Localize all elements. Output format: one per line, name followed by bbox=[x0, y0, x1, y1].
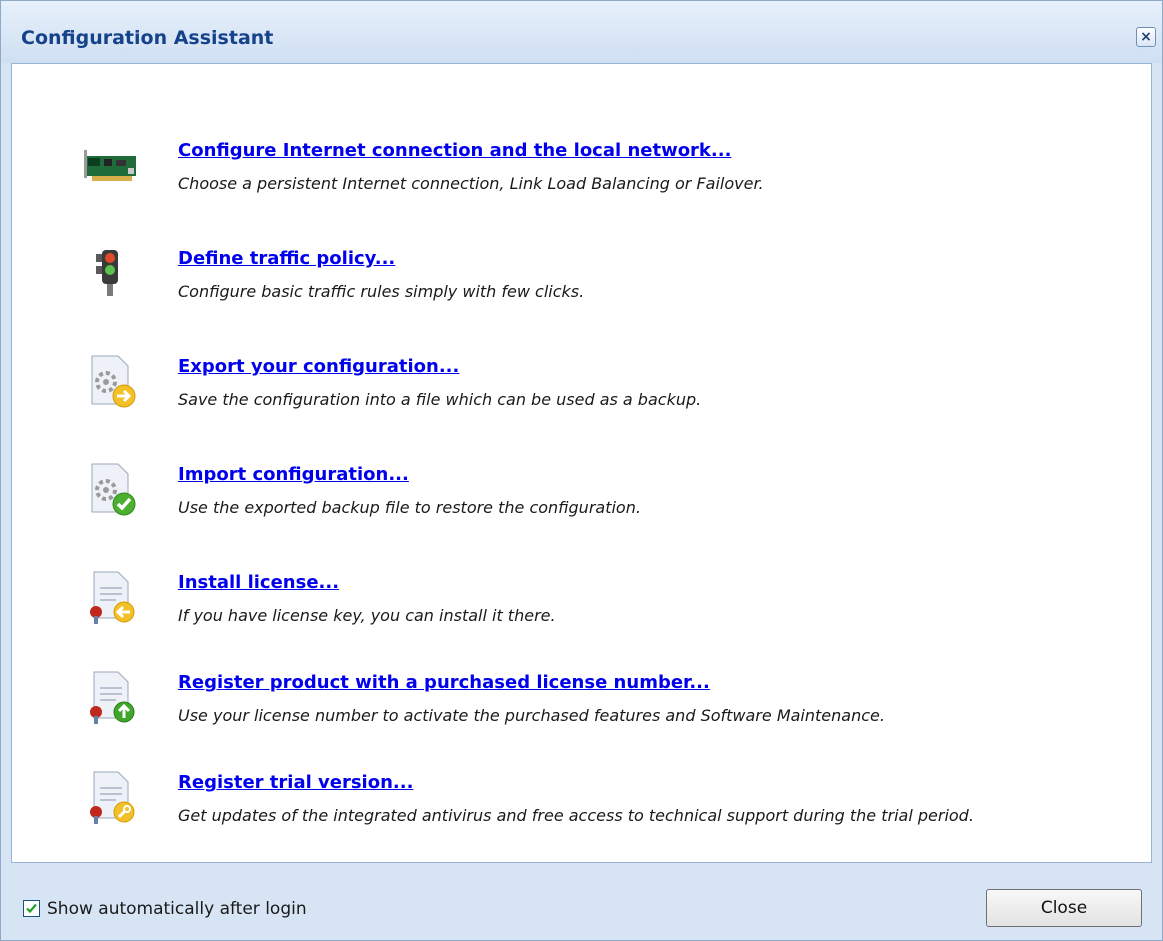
install-license-link[interactable]: Install license... bbox=[178, 572, 339, 593]
register-product-description: Use your license number to activate the … bbox=[178, 706, 885, 725]
list-item-configure-internet: Configure Internet connection and the lo… bbox=[12, 128, 1151, 218]
export-configuration-description: Save the configuration into a file which… bbox=[178, 390, 702, 409]
register-product-link[interactable]: Register product with a purchased licens… bbox=[178, 672, 710, 693]
install-license-icon bbox=[90, 571, 135, 624]
show-automatically-checkbox[interactable] bbox=[23, 900, 40, 917]
register-product-icon bbox=[90, 671, 135, 724]
window-title: Configuration Assistant bbox=[21, 27, 274, 49]
configure-internet-description: Choose a persistent Internet connection,… bbox=[178, 174, 764, 193]
install-license-description: If you have license key, you can install… bbox=[178, 606, 556, 625]
list-item-import-configuration: Import configuration... Use the exported… bbox=[12, 452, 1151, 542]
list-item-register-product: Register product with a purchased licens… bbox=[12, 660, 1151, 750]
list-item-register-trial: Register trial version... Get updates of… bbox=[12, 760, 1151, 850]
import-configuration-link[interactable]: Import configuration... bbox=[178, 464, 409, 485]
import-configuration-description: Use the exported backup file to restore … bbox=[178, 498, 641, 517]
traffic-light-icon bbox=[96, 250, 118, 296]
list-item-traffic-policy: Define traffic policy... Configure basic… bbox=[12, 236, 1151, 326]
register-trial-link[interactable]: Register trial version... bbox=[178, 772, 413, 793]
close-button[interactable]: Close bbox=[986, 889, 1142, 927]
show-automatically-label[interactable]: Show automatically after login bbox=[47, 899, 307, 919]
define-traffic-policy-description: Configure basic traffic rules simply wit… bbox=[178, 282, 585, 301]
list-item-export-configuration: Export your configuration... Save the co… bbox=[12, 344, 1151, 434]
import-config-icon bbox=[91, 463, 136, 516]
network-card-icon bbox=[84, 150, 136, 181]
list-item-install-license: Install license... If you have license k… bbox=[12, 560, 1151, 650]
checkmark-icon bbox=[26, 903, 37, 914]
export-config-icon bbox=[91, 355, 136, 408]
assistant-content-panel: Configure Internet connection and the lo… bbox=[11, 63, 1152, 863]
close-window-icon[interactable]: × bbox=[1136, 27, 1156, 47]
configure-internet-link[interactable]: Configure Internet connection and the lo… bbox=[178, 140, 731, 161]
export-configuration-link[interactable]: Export your configuration... bbox=[178, 356, 459, 377]
register-trial-description: Get updates of the integrated antivirus … bbox=[178, 806, 974, 825]
register-trial-icon bbox=[90, 771, 135, 824]
configuration-assistant-window: Configuration Assistant × Configure Inte… bbox=[0, 0, 1163, 941]
title-bar: Configuration Assistant × bbox=[1, 1, 1162, 63]
define-traffic-policy-link[interactable]: Define traffic policy... bbox=[178, 248, 395, 269]
